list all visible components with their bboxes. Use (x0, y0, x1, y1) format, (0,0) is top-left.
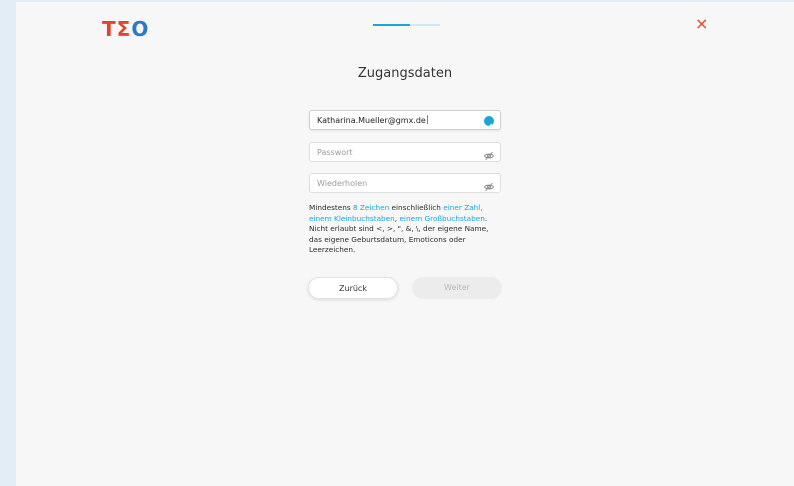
hint-highlight: einem Kleinbuchstaben (309, 213, 395, 223)
repeat-placeholder: Wiederholen (317, 179, 368, 188)
check-icon (484, 116, 494, 129)
hint-highlight: einem Großbuchstaben (399, 213, 485, 223)
password-requirements: Mindestens 8 Zeichen einschließlich eine… (309, 203, 509, 256)
teo-logo: TΣO (102, 19, 149, 39)
password-placeholder: Passwort (317, 148, 353, 157)
hint-line: Leerzeichen. (309, 245, 356, 254)
email-field[interactable]: Katharina.Mueller@gmx.de (309, 110, 501, 130)
progress-bar-fill (373, 24, 410, 26)
hint-highlight: 8 Zeichen (352, 203, 390, 212)
close-icon[interactable]: × (695, 16, 708, 32)
password-field[interactable]: Passwort (309, 142, 501, 162)
eye-slash-icon[interactable] (483, 147, 495, 161)
logo-letter-o: O (131, 17, 150, 41)
email-value: Katharina.Mueller@gmx.de (317, 116, 426, 125)
page-title: Zugangsdaten (357, 66, 453, 81)
text-caret (426, 115, 428, 124)
logo-letter-t: T (102, 17, 117, 41)
logo-letter-sigma: Σ (116, 17, 132, 41)
hint-line: das eigene Geburtsdatum, Emoticons oder (309, 234, 466, 244)
back-button[interactable]: Zurück (308, 277, 398, 299)
hint-line: Nicht erlaubt sind <, >, ", &, \, der ei… (309, 224, 489, 233)
next-button[interactable]: Weiter (412, 277, 502, 299)
hint-highlight: einer Zahl, (443, 203, 483, 212)
repeat-password-field[interactable]: Wiederholen (309, 173, 501, 193)
progress-bar (373, 24, 440, 26)
page: TΣO × Zugangsdaten Katharina.Mueller@gmx… (16, 2, 794, 486)
eye-slash-icon[interactable] (483, 178, 495, 192)
